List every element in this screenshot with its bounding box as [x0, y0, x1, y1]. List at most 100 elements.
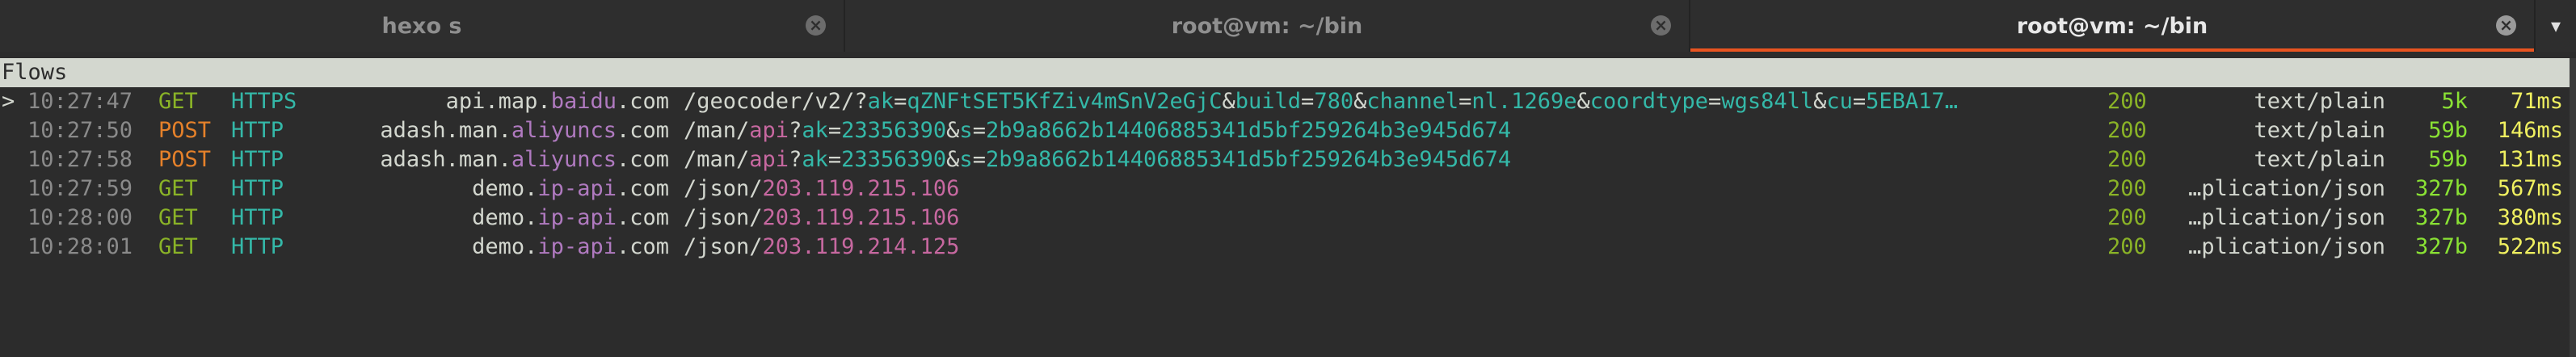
terminal-tab-bar: hexo s × root@vm: ~/bin × root@vm: ~/bin… [0, 0, 2576, 52]
flow-content-type: text/plain [2254, 118, 2385, 143]
flow-host-highlight: aliyuncs [511, 118, 617, 143]
path-text: /json/ [684, 234, 763, 259]
flow-path: /json/203.119.215.106 [684, 204, 959, 233]
flow-size: 327b [2414, 234, 2468, 259]
flow-time: 10:27:58 [27, 147, 133, 172]
path-text: & [1813, 89, 1827, 114]
path-text: /geocoder/v2/? [684, 89, 868, 114]
flow-duration: 131ms [2497, 147, 2563, 172]
flow-host: demo.ip-api.com [472, 176, 669, 201]
flow-method: POST [158, 147, 212, 172]
path-text: & [1576, 89, 1590, 114]
flow-path: /man/api?ak=23356390&s=2b9a8662b14406885… [684, 116, 1511, 145]
flow-status-code: 200 [2107, 118, 2147, 143]
flow-time: 10:28:01 [27, 234, 133, 259]
path-text: & [1353, 89, 1367, 114]
flow-size: 5k [2441, 89, 2468, 114]
path-text: = [972, 118, 986, 143]
flow-method: GET [158, 234, 198, 259]
flow-host-highlight: baidu [550, 89, 617, 114]
query-key: ak [867, 89, 894, 114]
tab-hexo[interactable]: hexo s × [0, 0, 845, 52]
flow-status-code: 200 [2107, 205, 2147, 230]
flow-status-code: 200 [2107, 234, 2147, 259]
path-text: & [1222, 89, 1235, 114]
query-key: ak [802, 147, 828, 172]
flow-path: /json/203.119.215.106 [684, 174, 959, 204]
query-key: build [1235, 89, 1302, 114]
path-text: ? [789, 147, 802, 172]
flow-content-type: …plication/json [2188, 176, 2385, 201]
flow-scheme: HTTPS [231, 89, 297, 114]
flow-method: GET [158, 176, 198, 201]
query-value: 2b9a8662b14406885341d5bf259264b3e945d674 [985, 147, 1512, 172]
flow-row[interactable]: 10:28:01 GET HTTP demo.ip-api.com/json/203.… [0, 233, 2570, 262]
flow-row[interactable]: 10:27:58 POST HTTP adash.man.aliyuncs.com/m… [0, 145, 2570, 174]
flow-method: GET [158, 89, 198, 114]
flow-content-type: text/plain [2254, 89, 2385, 114]
close-icon[interactable]: × [2496, 15, 2516, 36]
flow-duration: 567ms [2497, 176, 2563, 201]
path-text: & [946, 118, 960, 143]
query-value: nl.1269e [1471, 89, 1577, 114]
path-text: ? [789, 118, 802, 143]
path-text: = [1852, 89, 1867, 114]
flow-host: demo.ip-api.com [472, 234, 669, 259]
flow-method: POST [158, 118, 212, 143]
path-text: /man/ [684, 147, 750, 172]
tab-root-bin-1[interactable]: root@vm: ~/bin × [845, 0, 1690, 52]
flow-status-code: 200 [2107, 89, 2147, 114]
flow-scheme: HTTP [231, 147, 284, 172]
tab-title: hexo s [381, 13, 462, 39]
flow-size: 327b [2414, 205, 2468, 230]
query-key: coordtype [1589, 89, 1709, 114]
path-text: = [1301, 89, 1315, 114]
query-key: s [959, 147, 973, 172]
path-text: /man/ [684, 118, 750, 143]
close-icon[interactable]: × [1651, 15, 1671, 36]
flow-host-highlight: ip-api [537, 176, 617, 201]
path-highlight: 203.119.215.106 [762, 205, 960, 230]
flow-host: demo.ip-api.com [472, 205, 669, 230]
flow-scheme: HTTP [231, 234, 284, 259]
flow-host-highlight: aliyuncs [511, 147, 617, 172]
path-highlight: api [749, 147, 789, 172]
flow-duration: 522ms [2497, 234, 2563, 259]
tab-root-bin-2[interactable]: root@vm: ~/bin × [1690, 0, 2536, 52]
path-highlight: 203.119.215.106 [762, 176, 960, 201]
flow-host: api.map.baidu.com [445, 89, 669, 114]
tab-title: root@vm: ~/bin [1171, 13, 1363, 39]
query-key: s [959, 118, 973, 143]
flow-status-code: 200 [2107, 147, 2147, 172]
flow-row[interactable]: >10:27:47 GET HTTPS api.map.baidu.com/geoco… [0, 87, 2570, 116]
flows-header: Flows [0, 58, 2571, 87]
path-text: = [827, 118, 842, 143]
flow-scheme: HTTP [231, 118, 284, 143]
flow-time: 10:27:59 [27, 176, 133, 201]
flow-host: adash.man.aliyuncs.com [380, 118, 669, 143]
tab-menu-chevron-down-icon[interactable]: ▾ [2536, 0, 2576, 52]
path-text: = [827, 147, 842, 172]
query-value: 2b9a8662b14406885341d5bf259264b3e945d674 [985, 118, 1512, 143]
path-text: /json/ [684, 205, 763, 230]
query-value: wgs84ll [1721, 89, 1814, 114]
flow-host-highlight: ip-api [537, 205, 617, 230]
path-highlight: api [749, 118, 789, 143]
terminal-view[interactable]: Flows >10:27:47 GET HTTPS api.map.baidu.com… [0, 58, 2576, 357]
flow-scheme: HTTP [231, 205, 284, 230]
query-value: 23356390 [841, 118, 947, 143]
path-text: = [894, 89, 907, 114]
flow-duration: 71ms [2510, 89, 2563, 114]
close-icon[interactable]: × [806, 15, 826, 36]
flow-time: 10:28:00 [27, 205, 133, 230]
tab-title: root@vm: ~/bin [2016, 13, 2208, 39]
flow-duration: 380ms [2497, 205, 2563, 230]
flow-row[interactable]: 10:27:59 GET HTTP demo.ip-api.com/json/203.… [0, 174, 2570, 204]
path-text: & [946, 147, 960, 172]
flow-row[interactable]: 10:28:00 GET HTTP demo.ip-api.com/json/203.… [0, 204, 2570, 233]
flow-row[interactable]: 10:27:50 POST HTTP adash.man.aliyuncs.com/m… [0, 116, 2570, 145]
flow-host-highlight: ip-api [537, 234, 617, 259]
flow-scheme: HTTP [231, 176, 284, 201]
flow-size: 59b [2428, 147, 2468, 172]
scrollbar[interactable] [2570, 58, 2576, 357]
